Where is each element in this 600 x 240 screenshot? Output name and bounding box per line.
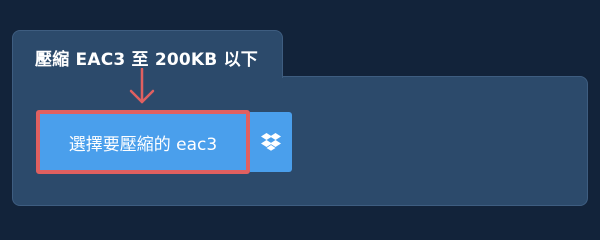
choose-file-label: 選擇要壓縮的 eac3: [68, 134, 218, 155]
tab-title: 壓縮 EAC3 至 200KB 以下: [35, 50, 258, 70]
upload-button-group: 選擇要壓縮的 eac3: [36, 110, 292, 174]
dropbox-icon: [261, 133, 281, 151]
dropbox-button[interactable]: [250, 112, 292, 172]
converter-widget: 壓縮 EAC3 至 200KB 以下 選擇要壓縮的 eac3: [0, 0, 600, 230]
choose-file-button[interactable]: 選擇要壓縮的 eac3: [36, 110, 250, 174]
arrow-down-icon: [129, 68, 155, 104]
